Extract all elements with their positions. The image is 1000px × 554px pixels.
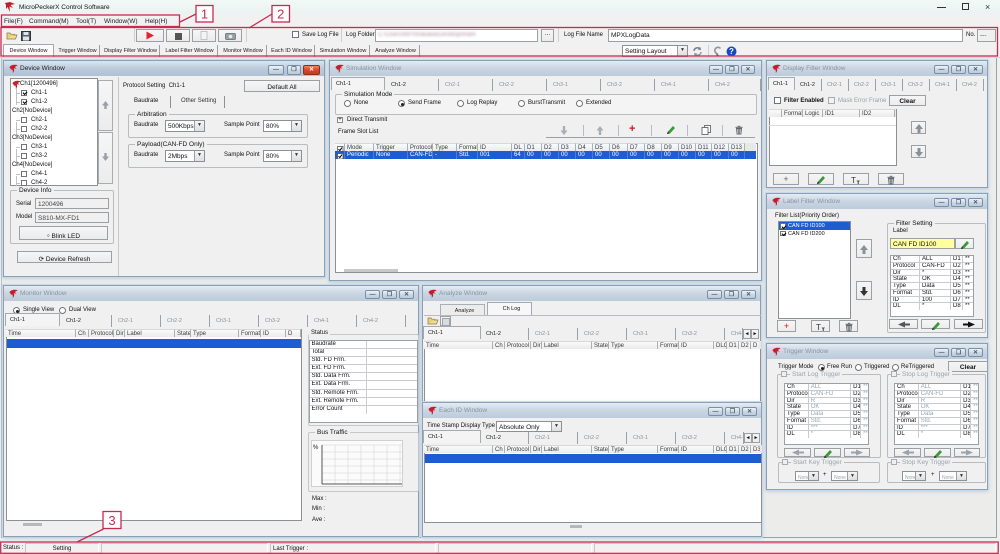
svg-text:?: ? <box>729 47 734 56</box>
svg-text:%: % <box>313 445 319 451</box>
